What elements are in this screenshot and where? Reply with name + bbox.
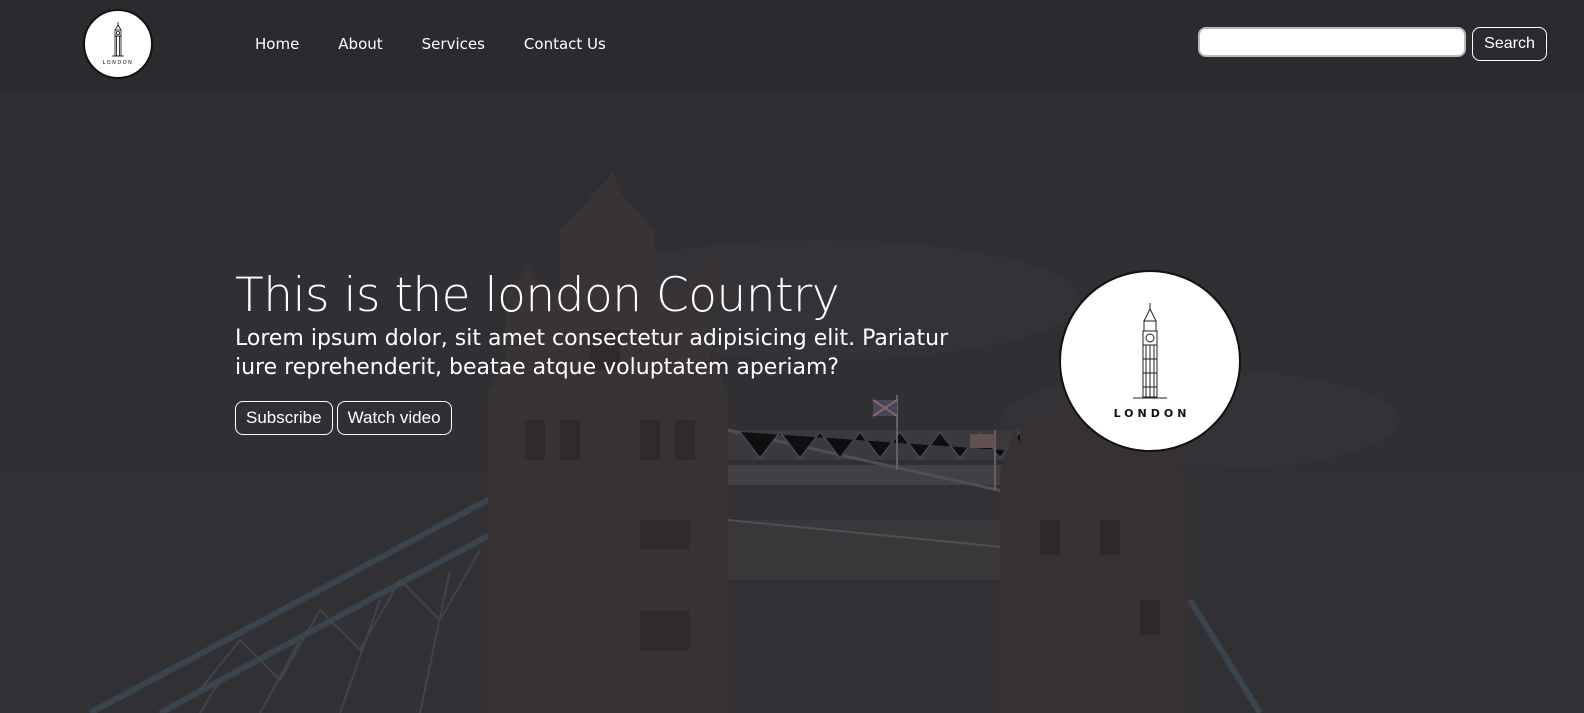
nav-link-home[interactable]: Home [255, 35, 299, 53]
main-nav: Home About Services Contact Us [255, 35, 645, 53]
logo-text: LONDON [102, 60, 134, 66]
hero-subtitle: Lorem ipsum dolor, sit amet consectetur … [235, 326, 949, 380]
subscribe-button[interactable]: Subscribe [235, 401, 333, 435]
nav-link-services[interactable]: Services [422, 35, 485, 53]
nav-link-about[interactable]: About [338, 35, 382, 53]
big-ben-icon [112, 22, 124, 57]
search-button[interactable]: Search [1472, 27, 1547, 61]
site-logo[interactable]: LONDON [83, 9, 153, 79]
hero-title: This is the london Country [235, 268, 840, 323]
hero-logo: LONDON [1059, 270, 1241, 452]
hero-logo-text: LONDON [1113, 406, 1191, 420]
navbar: LONDON Home About Services Contact Us Se… [0, 0, 1584, 90]
watch-video-button[interactable]: Watch video [336, 401, 452, 435]
nav-link-contact[interactable]: Contact Us [524, 35, 606, 53]
search-input[interactable] [1198, 27, 1466, 57]
big-ben-icon [1133, 302, 1167, 398]
hero-actions: Subscribe Watch video [235, 401, 452, 435]
